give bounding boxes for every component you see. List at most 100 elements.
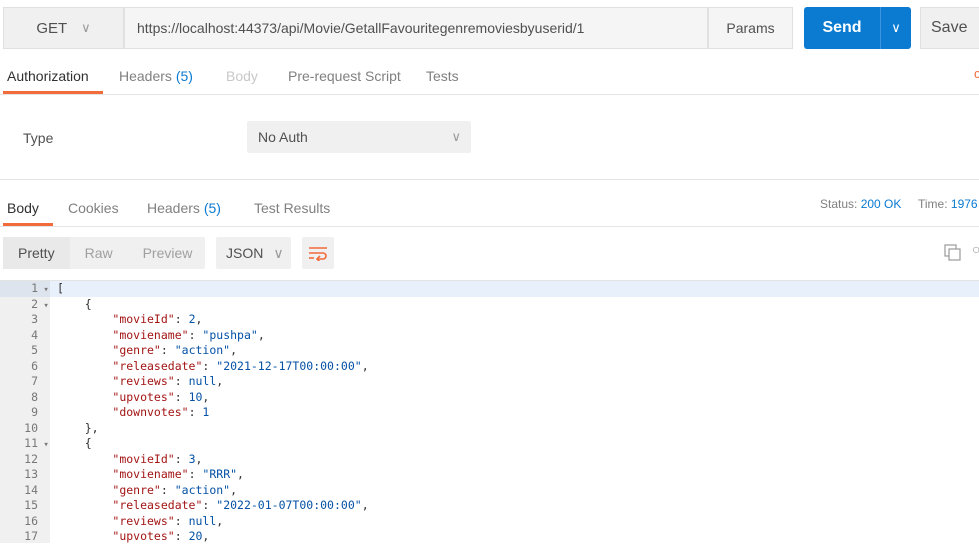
line-number: 3 xyxy=(31,312,38,326)
code-line: 13 "moviename": "RRR", xyxy=(0,467,244,483)
code-text: "genre": "action", xyxy=(112,343,238,357)
time-label: Time: xyxy=(918,197,948,211)
code-text: "downvotes": 1 xyxy=(112,405,210,419)
code-line: 4 "moviename": "pushpa", xyxy=(0,327,265,344)
response-body-editor[interactable]: 1 ▾[2 ▾ {3 "movieId": 2, 4 "moviename": "… xyxy=(0,281,369,545)
tab-headers[interactable]: Headers (5) xyxy=(119,68,193,84)
code-line: 11 ▾ { xyxy=(0,436,91,452)
line-number: 6 xyxy=(31,358,38,373)
wrap-lines-button[interactable] xyxy=(302,237,334,269)
save-button[interactable]: Save xyxy=(920,7,979,49)
send-button[interactable]: Send xyxy=(804,7,880,49)
code-text: "moviename": "RRR", xyxy=(112,467,244,481)
code-line: 8 "upvotes": 10, xyxy=(0,389,209,406)
code-text: "movieId": 2, xyxy=(112,312,203,326)
code-line: 10 }, xyxy=(0,420,98,437)
format-select[interactable]: JSON ∨ xyxy=(216,237,291,269)
copy-icon[interactable] xyxy=(944,244,962,262)
line-number: 10 xyxy=(24,420,38,435)
url-input[interactable]: https://localhost:44373/api/Movie/Getall… xyxy=(124,7,708,49)
line-number: 14 xyxy=(24,482,38,497)
code-line: 2 ▾ { xyxy=(0,296,92,313)
view-raw-button[interactable]: Raw xyxy=(70,245,128,261)
send-options-button[interactable]: ∨ xyxy=(880,7,911,49)
code-text: { xyxy=(57,296,92,311)
view-pretty-button[interactable]: Pretty xyxy=(3,237,70,269)
resp-tab-cookies[interactable]: Cookies xyxy=(68,200,119,216)
code-text: "reviews": null, xyxy=(112,374,224,388)
code-text: "reviews": null, xyxy=(112,513,224,528)
auth-type-select[interactable]: No Auth ∨ xyxy=(247,121,471,153)
divider xyxy=(0,94,979,95)
code-text: "upvotes": 10, xyxy=(112,389,210,404)
divider xyxy=(0,226,979,227)
tab-label: Tests xyxy=(426,68,459,84)
cookies-link-stub[interactable]: c xyxy=(974,66,979,81)
code-text: "genre": "action", xyxy=(112,482,238,497)
chevron-down-icon: ∨ xyxy=(81,20,91,35)
search-icon[interactable]: ○ xyxy=(972,241,979,257)
code-line: 5 "genre": "action", xyxy=(0,343,237,359)
chevron-down-icon: ∨ xyxy=(891,20,901,35)
auth-type-label: Type xyxy=(23,130,54,146)
tab-label: Headers xyxy=(119,68,172,84)
code-line: 9 "downvotes": 1 xyxy=(0,405,209,421)
line-number: 16 xyxy=(24,513,38,528)
tab-tests[interactable]: Tests xyxy=(426,68,459,84)
status-value: 200 OK xyxy=(860,197,902,211)
tab-count: (5) xyxy=(203,200,221,216)
code-text: "releasedate": "2021-12-17T00:00:00", xyxy=(112,358,369,373)
tab-body[interactable]: Body xyxy=(226,68,258,84)
line-number: 9 xyxy=(31,405,38,419)
resp-tab-headers[interactable]: Headers (5) xyxy=(147,200,221,216)
tab-authorization[interactable]: Authorization xyxy=(7,68,89,84)
line-number: 17 xyxy=(24,529,38,543)
code-line: 14 "genre": "action", xyxy=(0,482,237,499)
code-text: [ xyxy=(57,281,64,295)
time-value: 1976 xyxy=(950,197,978,211)
line-number: 2 xyxy=(31,296,38,311)
tab-label: Body xyxy=(226,68,258,84)
code-text: "movieId": 3, xyxy=(112,451,203,466)
format-value: JSON xyxy=(226,245,264,261)
status-label: Status: xyxy=(820,197,858,211)
resp-tab-test-results[interactable]: Test Results xyxy=(254,200,330,216)
method-label: GET xyxy=(36,19,68,37)
code-text: "moviename": "pushpa", xyxy=(112,327,265,342)
tab-label: Body xyxy=(7,200,39,216)
code-line: 17 "upvotes": 20, xyxy=(0,529,209,545)
tab-label: Pre-request Script xyxy=(288,68,401,84)
line-number: 12 xyxy=(24,451,38,466)
code-line: 3 "movieId": 2, xyxy=(0,312,202,328)
line-number: 1 xyxy=(31,281,38,295)
tab-label: Cookies xyxy=(68,200,119,216)
url-text: https://localhost:44373/api/Movie/Getall… xyxy=(137,20,585,36)
code-line: 7 "reviews": null, xyxy=(0,374,223,390)
chevron-down-icon: ∨ xyxy=(451,129,461,144)
line-number: 11 xyxy=(24,436,38,450)
tab-pre-request-script[interactable]: Pre-request Script xyxy=(288,68,401,84)
line-number: 13 xyxy=(24,467,38,481)
chevron-down-icon: ∨ xyxy=(273,244,284,261)
code-line: 15 "releasedate": "2022-01-07T00:00:00", xyxy=(0,498,369,514)
code-line: 1 ▾[ xyxy=(0,281,64,297)
line-number: 8 xyxy=(31,389,38,404)
code-line: 12 "movieId": 3, xyxy=(0,451,202,468)
code-line: 6 "releasedate": "2021-12-17T00:00:00", xyxy=(0,358,369,375)
view-preview-button[interactable]: Preview xyxy=(128,245,208,261)
method-select[interactable]: GET ∨ xyxy=(3,7,124,49)
line-number: 4 xyxy=(31,327,38,342)
tab-label: Test Results xyxy=(254,200,331,216)
code-text: }, xyxy=(57,420,99,435)
resp-tab-body[interactable]: Body xyxy=(7,200,39,216)
tab-label: Authorization xyxy=(7,68,89,84)
tab-label: Headers xyxy=(147,200,200,216)
code-line: 16 "reviews": null, xyxy=(0,513,223,530)
line-number: 5 xyxy=(31,343,38,357)
active-line-highlight xyxy=(0,281,979,297)
wrap-lines-icon xyxy=(309,247,327,261)
status-readout: Status: 200 OK xyxy=(820,197,901,211)
time-readout: Time: 1976 xyxy=(918,197,978,211)
params-button[interactable]: Params xyxy=(708,7,793,49)
code-text: { xyxy=(57,436,92,450)
